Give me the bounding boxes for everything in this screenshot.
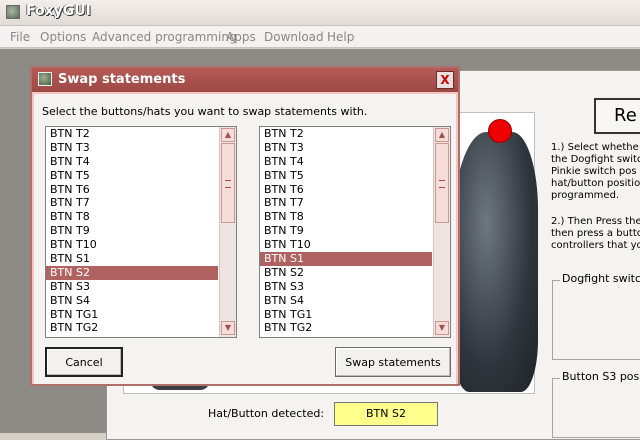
dialog-titlebar[interactable]: Swap statements X <box>32 68 458 92</box>
list-item[interactable]: BTN T9 <box>46 224 218 238</box>
instruction-line: controllers that yo <box>551 240 640 251</box>
swap-statements-button[interactable]: Swap statements <box>335 347 451 377</box>
list-item[interactable]: BTN S1 <box>260 252 432 266</box>
list-item[interactable]: BTN T6 <box>260 183 432 197</box>
right-scrollbar[interactable]: ▲ ▼ <box>433 127 450 337</box>
list-item[interactable]: BTN TG2 <box>46 321 218 335</box>
left-listbox[interactable]: BTN T2 BTN T3 BTN T4 BTN T5 BTN T6 BTN T7 BTN … <box>45 126 237 338</box>
list-item[interactable]: BTN T8 <box>46 210 218 224</box>
menu-item-advanced-programming[interactable]: Advanced programming <box>92 30 237 44</box>
instruction-line: then press a butto <box>551 228 640 239</box>
list-item[interactable]: BTN T8 <box>260 210 432 224</box>
close-icon[interactable]: X <box>436 71 454 89</box>
cancel-button[interactable]: Cancel <box>45 347 123 377</box>
status-indicator-red-dot <box>488 119 512 143</box>
dialog-title: Swap statements <box>58 72 186 87</box>
dialog-app-icon <box>38 72 52 86</box>
list-item[interactable]: BTN T7 <box>46 196 218 210</box>
list-item[interactable]: BTN S4 <box>46 294 218 308</box>
scroll-down-icon[interactable]: ▼ <box>435 321 449 335</box>
menu-bar: File Options Advanced programming Apps Downl… <box>0 26 640 48</box>
scroll-down-icon[interactable]: ▼ <box>221 321 235 335</box>
instruction-line: 2.) Then Press the <box>551 216 640 227</box>
list-item[interactable]: BTN T5 <box>260 169 432 183</box>
instruction-line: 1.) Select whethe <box>551 142 639 153</box>
joystick-image <box>452 132 538 392</box>
instruction-line: the Dogfight switc <box>551 154 640 165</box>
scroll-thumb[interactable] <box>435 143 449 223</box>
list-item[interactable]: BTN T4 <box>46 155 218 169</box>
right-listbox[interactable]: BTN T2 BTN T3 BTN T4 BTN T5 BTN T6 BTN T7 BTN … <box>259 126 451 338</box>
dogfight-switch-groupbox <box>552 280 640 360</box>
button-s3-groupbox <box>552 378 640 438</box>
instruction-line: Pinkie switch pos <box>551 166 637 177</box>
menu-item-options[interactable]: Options <box>40 30 86 44</box>
list-item[interactable]: BTN T7 <box>260 196 432 210</box>
dogfight-switch-label: Dogfight switch <box>560 272 640 285</box>
app-icon <box>6 5 20 19</box>
list-item[interactable]: BTN T5 <box>46 169 218 183</box>
dialog-prompt: Select the buttons/hats you want to swap… <box>42 105 368 118</box>
list-item[interactable]: BTN TG2 <box>260 321 432 335</box>
menu-item-help[interactable]: Help <box>327 30 354 44</box>
list-item[interactable]: BTN T10 <box>260 238 432 252</box>
button-s3-label: Button S3 positi <box>560 370 640 383</box>
list-item[interactable]: BTN T2 <box>260 127 432 141</box>
list-item[interactable]: BTN S2 <box>46 265 218 280</box>
list-item[interactable]: BTN T10 <box>46 238 218 252</box>
hat-detected-label: Hat/Button detected: <box>208 407 325 420</box>
list-item[interactable]: BTN T4 <box>260 155 432 169</box>
scroll-thumb[interactable] <box>221 143 235 223</box>
main-titlebar[interactable]: FoxyGUI <box>0 0 640 26</box>
menu-item-file[interactable]: File <box>10 30 30 44</box>
list-item[interactable]: BTN S1 <box>46 252 218 266</box>
left-scrollbar[interactable]: ▲ ▼ <box>219 127 236 337</box>
scroll-up-icon[interactable]: ▲ <box>435 128 449 142</box>
app-title: FoxyGUI <box>26 3 91 19</box>
list-item[interactable]: BTN S2 <box>260 266 432 280</box>
menu-item-apps[interactable]: Apps <box>226 30 256 44</box>
instruction-line: programmed. <box>551 190 620 201</box>
list-item[interactable]: BTN S3 <box>260 280 432 294</box>
list-item[interactable]: BTN T3 <box>46 141 218 155</box>
main-action-button[interactable]: Re <box>594 98 640 134</box>
list-item[interactable]: BTN T9 <box>260 224 432 238</box>
instruction-line: hat/button positio <box>551 178 640 189</box>
list-item[interactable]: BTN T2 <box>46 127 218 141</box>
menu-item-download[interactable]: Download <box>264 30 324 44</box>
list-item[interactable]: BTN S3 <box>46 280 218 294</box>
list-item[interactable]: BTN TG1 <box>260 308 432 322</box>
list-item[interactable]: BTN TG1 <box>46 308 218 322</box>
list-item[interactable]: BTN S4 <box>260 294 432 308</box>
dialog-body: Select the buttons/hats you want to swap… <box>34 94 456 384</box>
hat-detected-value: BTN S2 <box>334 402 438 426</box>
swap-statements-dialog: Swap statements X Select the buttons/hat… <box>30 66 460 386</box>
scroll-up-icon[interactable]: ▲ <box>221 128 235 142</box>
list-item[interactable]: BTN T6 <box>46 183 218 197</box>
list-item[interactable]: BTN T3 <box>260 141 432 155</box>
